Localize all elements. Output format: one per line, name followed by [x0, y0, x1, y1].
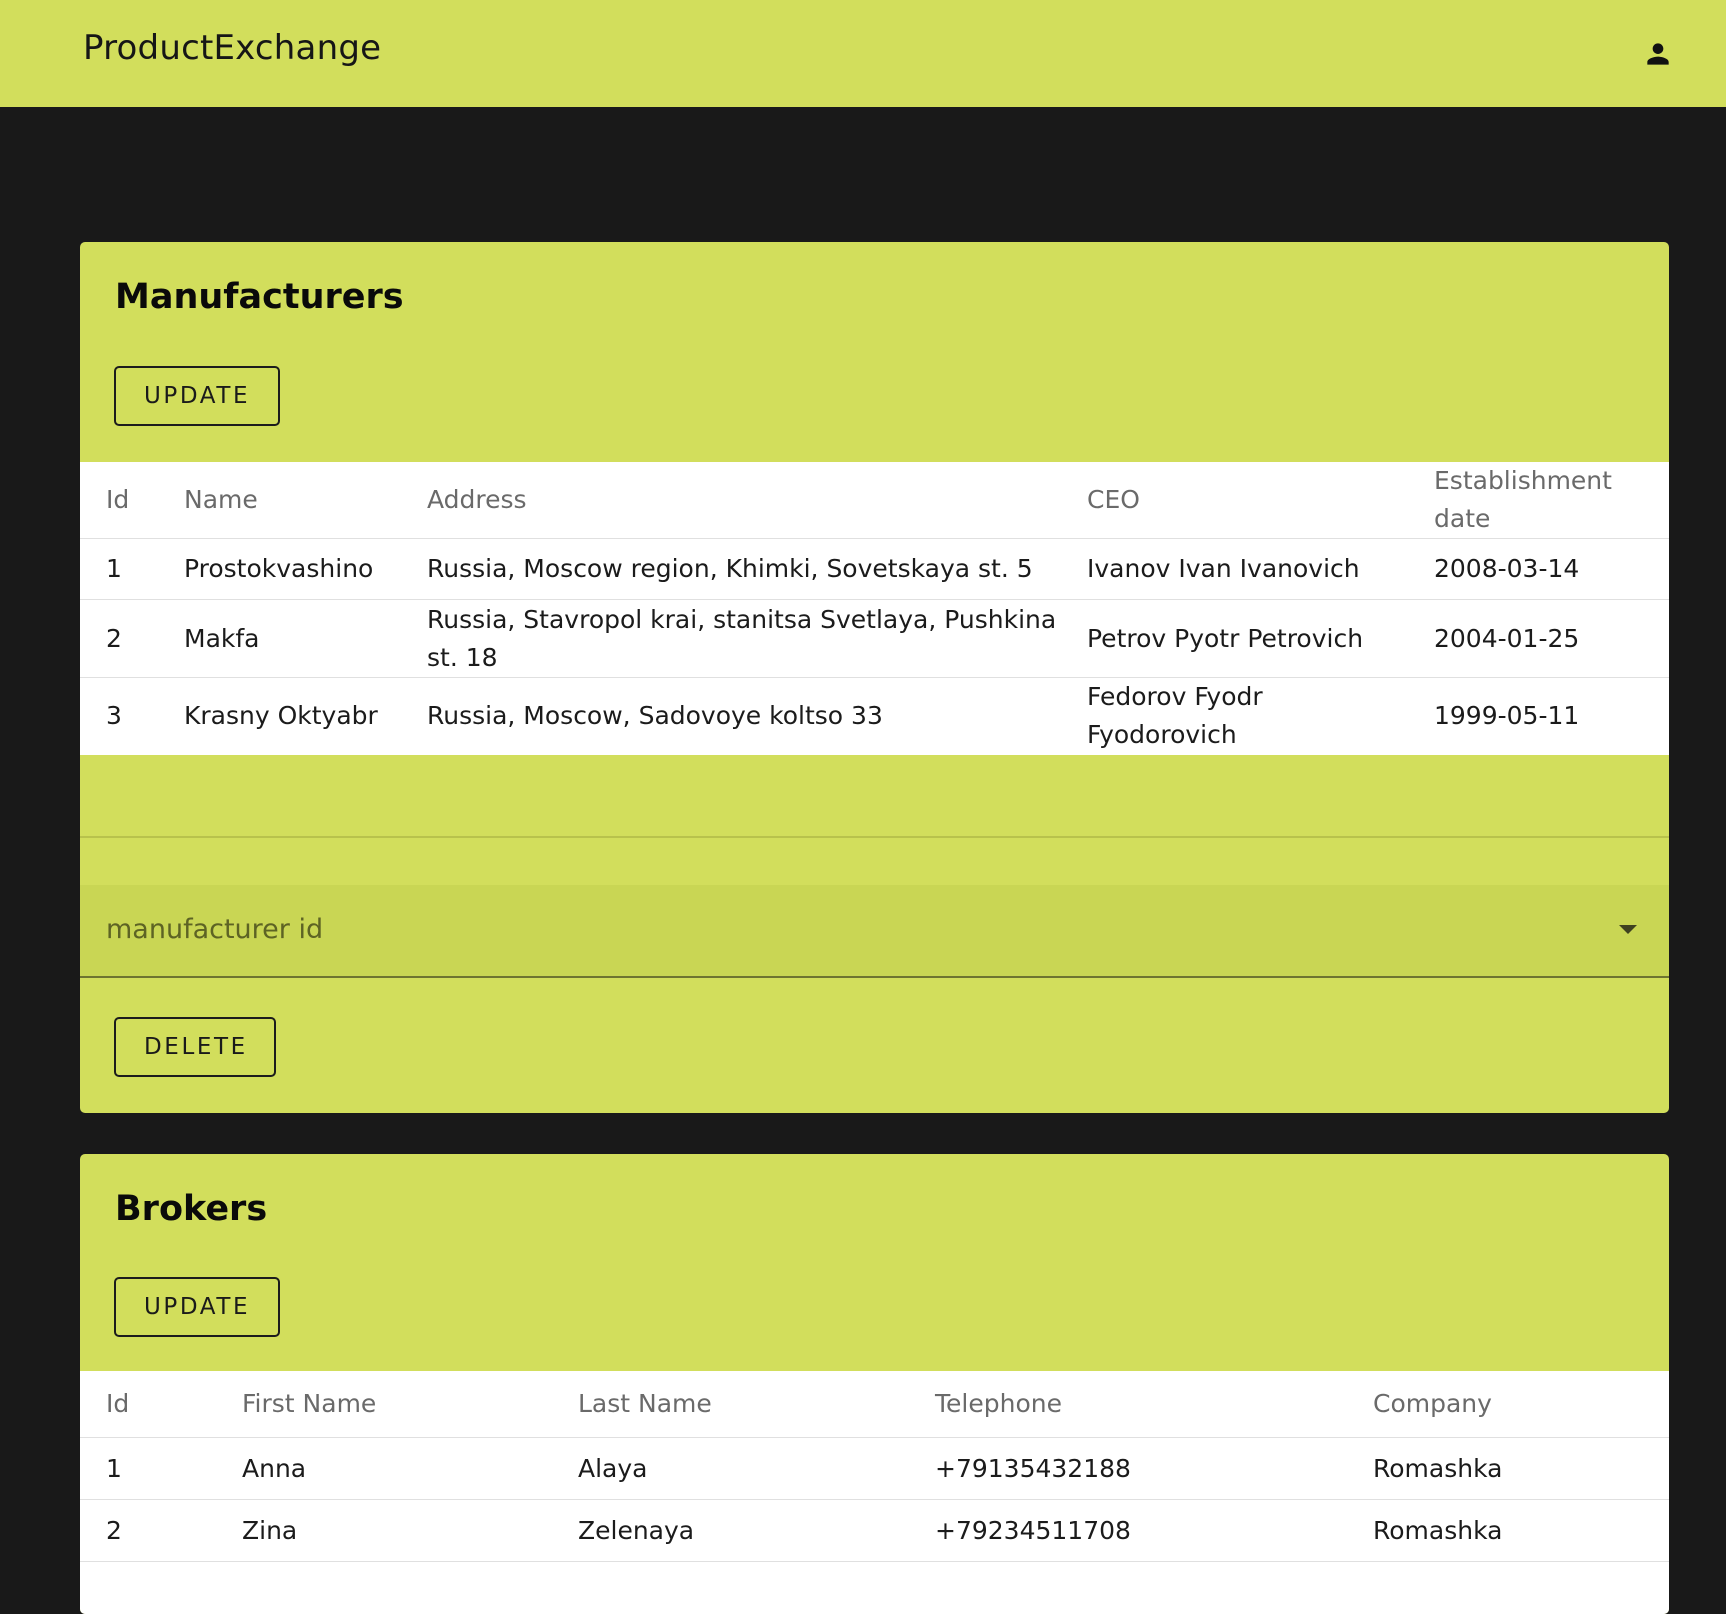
table-row: 2 Zina Zelenaya +79234511708 Romashka: [80, 1499, 1669, 1562]
manufacturers-card: Manufacturers UPDATE Id Name Address CEO…: [80, 242, 1669, 1113]
cell-id: 1: [80, 538, 158, 600]
cell-ceo: Petrov Pyotr Petrovich: [1061, 599, 1408, 678]
manufacturers-table: Id Name Address CEO Establishment date 1…: [80, 462, 1669, 755]
cell-id: 2: [80, 1499, 216, 1562]
cell-establishment-date: 1999-05-11: [1434, 701, 1580, 730]
manufacturers-title: Manufacturers: [115, 277, 404, 317]
cell-company: Romashka: [1347, 1437, 1669, 1500]
cell-first-name: Anna: [216, 1437, 552, 1500]
manufacturer-id-select[interactable]: manufacturer id: [80, 885, 1669, 978]
cell-telephone: +79234511708: [909, 1499, 1347, 1562]
app-bar: ProductExchange: [0, 0, 1726, 107]
table-row: 1 Anna Alaya +79135432188 Romashka: [80, 1437, 1669, 1500]
cell-establishment-date: 2008-03-14: [1408, 538, 1669, 600]
brokers-header-row: Id First Name Last Name Telephone Compan…: [80, 1371, 1669, 1438]
cell-telephone: +79135432188: [909, 1437, 1347, 1500]
select-label: manufacturer id: [106, 914, 324, 945]
column-header-company: Company: [1347, 1371, 1669, 1438]
cell-name: Krasny Oktyabr: [184, 701, 378, 730]
cell-ceo: Ivanov Ivan Ivanovich: [1061, 538, 1408, 600]
section-divider: [80, 836, 1669, 838]
table-row: 3 Krasny Oktyabr Russia, Moscow, Sadovoy…: [80, 678, 1669, 755]
table-row: 1 Prostokvashino Russia, Moscow region, …: [80, 538, 1669, 600]
manufacturers-header-row: Id Name Address CEO Establishment date: [80, 462, 1669, 539]
app-title: ProductExchange: [83, 28, 382, 68]
person-icon: [1647, 43, 1669, 65]
brokers-update-button[interactable]: UPDATE: [114, 1277, 280, 1337]
cell-address: Russia, Moscow region, Khimki, Sovetskay…: [401, 538, 1061, 600]
column-header-last-name: Last Name: [552, 1371, 909, 1438]
cell-id: 3: [106, 701, 122, 730]
column-header-first-name: First Name: [216, 1371, 552, 1438]
column-header-id: Id: [80, 1371, 216, 1438]
column-header-telephone: Telephone: [909, 1371, 1347, 1438]
cell-id: 2: [80, 599, 158, 678]
cell-establishment-date: 2004-01-25: [1408, 599, 1669, 678]
caret-down-icon: [1619, 925, 1637, 934]
brokers-table: Id First Name Last Name Telephone Compan…: [80, 1371, 1669, 1614]
cell-name: Prostokvashino: [158, 538, 401, 600]
brokers-card: Brokers UPDATE Id First Name Last Name T…: [80, 1154, 1669, 1614]
cell-first-name: Zina: [216, 1499, 552, 1562]
cell-company: Romashka: [1347, 1499, 1669, 1562]
column-header-establishment-date: Establishment date: [1408, 462, 1669, 539]
cell-address: Russia, Moscow, Sadovoye koltso 33: [427, 701, 883, 730]
column-header-address: Address: [401, 462, 1061, 539]
cell-last-name: Alaya: [552, 1437, 909, 1500]
column-header-ceo: CEO: [1061, 462, 1408, 539]
cell-ceo: Fedorov Fyodr Fyodorovich: [1087, 682, 1263, 749]
cell-id: 1: [80, 1437, 216, 1500]
manufacturers-delete-button[interactable]: DELETE: [114, 1017, 276, 1077]
table-row: 2 Makfa Russia, Stavropol krai, stanitsa…: [80, 599, 1669, 678]
cell-address: Russia, Stavropol krai, stanitsa Svetlay…: [401, 599, 1061, 678]
brokers-title: Brokers: [115, 1189, 268, 1229]
cell-name: Makfa: [158, 599, 401, 678]
column-header-id: Id: [80, 462, 158, 539]
account-button[interactable]: [1634, 30, 1682, 78]
manufacturers-update-button[interactable]: UPDATE: [114, 366, 280, 426]
cell-last-name: Zelenaya: [552, 1499, 909, 1562]
column-header-name: Name: [158, 462, 401, 539]
